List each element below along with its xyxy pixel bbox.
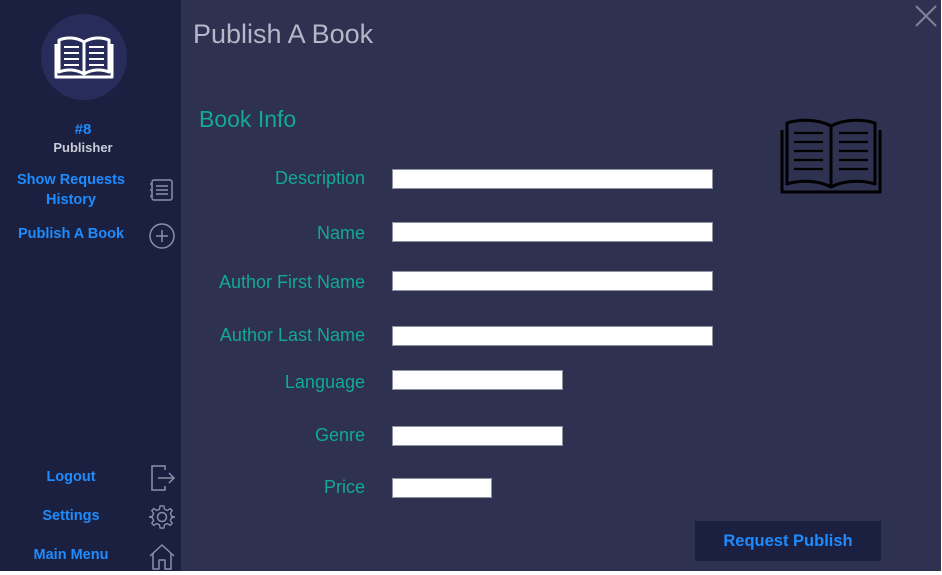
request-publish-button[interactable]: Request Publish xyxy=(695,521,881,561)
page-title: Publish A Book xyxy=(193,19,374,49)
close-icon[interactable] xyxy=(913,3,939,29)
publish-book-window: #8 Publisher Show Requests History Publi… xyxy=(0,0,941,571)
user-id: #8 xyxy=(74,121,92,138)
section-title: Book Info xyxy=(199,106,297,132)
language-field[interactable] xyxy=(392,370,563,390)
avatar xyxy=(41,14,127,100)
nav-label: Main Menu xyxy=(33,547,109,563)
genre-label: Genre xyxy=(314,425,365,445)
description-field[interactable] xyxy=(392,169,713,189)
name-field[interactable] xyxy=(392,222,713,242)
author-first-name-field[interactable] xyxy=(392,271,713,291)
author-first-name-label: Author First Name xyxy=(218,272,365,292)
price-label: Price xyxy=(323,477,365,497)
price-field[interactable] xyxy=(392,478,492,498)
nav-label-line2: History xyxy=(46,192,96,208)
genre-field[interactable] xyxy=(392,426,563,446)
home-icon xyxy=(149,544,175,570)
open-book-icon xyxy=(780,118,882,194)
nav-label: Settings xyxy=(42,508,100,524)
nav-settings[interactable]: Settings xyxy=(0,503,181,531)
user-role: Publisher xyxy=(53,140,113,155)
author-last-name-field[interactable] xyxy=(392,326,713,346)
name-label: Name xyxy=(316,223,365,243)
open-book-icon xyxy=(54,36,114,79)
description-label: Description xyxy=(274,168,365,188)
gear-icon xyxy=(148,505,176,529)
nav-main-menu[interactable]: Main Menu xyxy=(0,542,181,570)
author-last-name-label: Author Last Name xyxy=(219,325,365,345)
language-label: Language xyxy=(284,372,365,392)
